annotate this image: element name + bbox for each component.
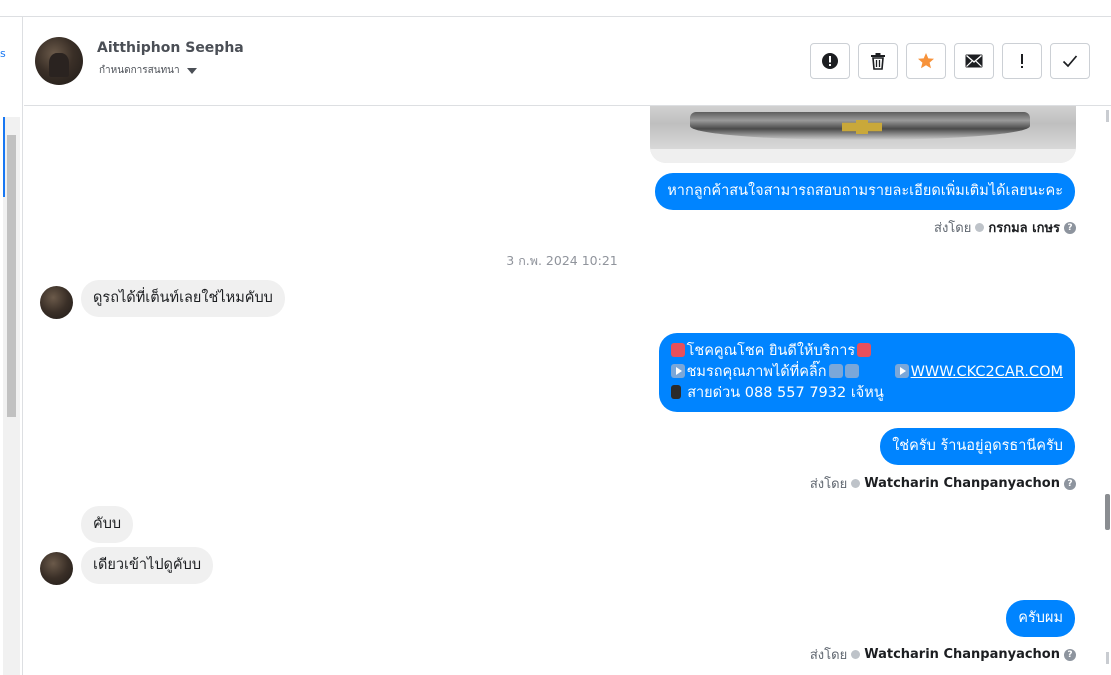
schedule-label: กำหนดการสนทนา xyxy=(99,65,180,76)
top-bar xyxy=(0,0,1111,17)
sender-avatar-icon xyxy=(851,650,861,659)
scrollbar-thumb[interactable] xyxy=(1105,494,1110,530)
spam-button[interactable] xyxy=(810,43,850,79)
website-link[interactable]: WWW.CKC2CAR.COM xyxy=(911,364,1063,380)
car-photo-attachment[interactable] xyxy=(650,106,1076,163)
conversation-toolbar xyxy=(810,43,1090,79)
check-icon xyxy=(1062,55,1078,68)
list-marker: s xyxy=(0,47,6,60)
phone-icon xyxy=(670,385,681,399)
caret-down-icon xyxy=(186,67,197,74)
scrollbar-thumb[interactable] xyxy=(7,135,16,417)
contact-avatar-small xyxy=(40,552,73,585)
sender-name: Watcharin Chanpanyachon xyxy=(864,647,1060,662)
exclamation-circle-icon xyxy=(822,53,838,69)
star-button[interactable] xyxy=(906,43,946,79)
conversation-schedule-dropdown[interactable]: กำหนดการสนทนา xyxy=(99,63,197,78)
star-icon xyxy=(918,53,934,69)
sparkle-icon xyxy=(857,343,872,357)
done-button[interactable] xyxy=(1050,43,1090,79)
trash-icon xyxy=(871,53,885,70)
sender-name: กรกมล เกษร xyxy=(988,221,1060,236)
outgoing-message[interactable]: ใช่ครับ ร้านอยู่อุดรธานีครับ xyxy=(880,428,1075,465)
sent-by-label: ส่งโดย Watcharin Chanpanyachon ? xyxy=(810,644,1076,665)
help-icon[interactable]: ? xyxy=(1064,477,1076,490)
exclamation-icon xyxy=(1021,54,1023,68)
envelope-icon xyxy=(965,54,983,68)
conversation-list-pane: s xyxy=(0,17,23,675)
down-arrow-icon xyxy=(844,364,859,378)
mark-unread-button[interactable] xyxy=(954,43,994,79)
message-timestamp: 3 ก.พ. 2024 10:21 xyxy=(506,253,618,268)
outgoing-message[interactable]: ครับผม xyxy=(1006,600,1075,637)
help-icon[interactable]: ? xyxy=(1064,648,1076,661)
conversation-header: Aitthiphon Seepha กำหนดการสนทนา xyxy=(24,17,1111,106)
contact-name[interactable]: Aitthiphon Seepha xyxy=(97,40,244,56)
conversation-list-scrollbar[interactable] xyxy=(3,117,20,675)
incoming-message[interactable]: คับบ xyxy=(81,506,134,543)
selected-indicator xyxy=(3,117,5,197)
down-arrow-icon xyxy=(828,364,843,378)
sent-by-label: ส่งโดย กรกมล เกษร ? xyxy=(934,217,1076,238)
contact-avatar-small xyxy=(40,286,73,319)
contact-avatar[interactable] xyxy=(35,37,83,85)
help-icon[interactable]: ? xyxy=(1064,221,1076,234)
follow-up-button[interactable] xyxy=(1002,43,1042,79)
sender-avatar-icon xyxy=(975,223,985,232)
message-thread[interactable]: หากลูกค้าสนใจสามารถสอบถามรายละเอียดเพิ่ม… xyxy=(24,106,1100,675)
outgoing-message-promo[interactable]: โชคคูณโชค ยินดีให้บริการ ชมรถคุณภาพได้ที… xyxy=(658,333,1075,412)
sent-by-label: ส่งโดย Watcharin Chanpanyachon ? xyxy=(810,473,1076,494)
sender-avatar-icon xyxy=(851,479,861,488)
sparkle-icon xyxy=(670,343,685,357)
sender-name: Watcharin Chanpanyachon xyxy=(864,476,1060,491)
play-icon xyxy=(894,364,909,378)
thread-scrollbar[interactable] xyxy=(1104,106,1111,675)
delete-button[interactable] xyxy=(858,43,898,79)
play-icon xyxy=(670,364,685,378)
outgoing-message[interactable]: หากลูกค้าสนใจสามารถสอบถามรายละเอียดเพิ่ม… xyxy=(655,173,1075,210)
incoming-message[interactable]: เดียวเข้าไปดูคับบ xyxy=(81,547,214,584)
incoming-message[interactable]: ดูรถได้ที่เต็นท์เลยใช่ไหมคับบ xyxy=(81,280,285,317)
